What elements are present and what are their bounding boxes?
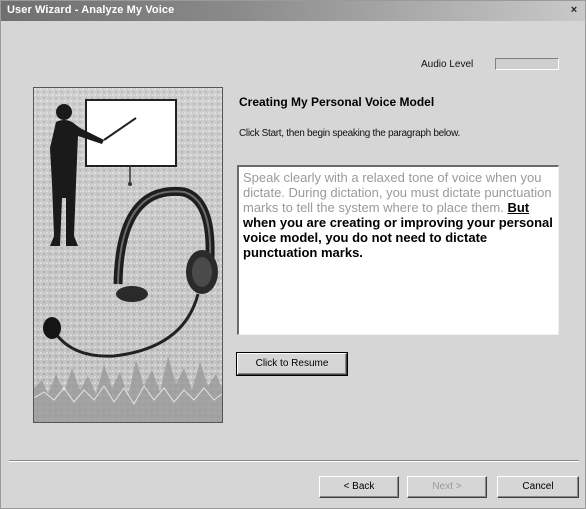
title-bar[interactable]: User Wizard - Analyze My Voice × [1,1,585,21]
page-heading: Creating My Personal Voice Model [239,95,435,109]
next-button[interactable]: Next > [407,476,487,498]
passage-read-text: Speak clearly with a relaxed tone of voi… [243,170,552,215]
illustration-art [34,88,222,422]
presenter-with-headset-illustration [33,87,223,423]
back-button[interactable]: < Back [319,476,399,498]
audio-level-label: Audio Level [421,59,474,70]
instruction-text: Click Start, then begin speaking the par… [239,128,460,139]
reading-passage-box: Speak clearly with a relaxed tone of voi… [237,165,559,335]
window-title: User Wizard - Analyze My Voice [7,4,175,16]
footer-divider [9,460,579,462]
passage-unread-text: when you are creating or improving your … [243,215,553,260]
wizard-window: User Wizard - Analyze My Voice × Audio L… [0,0,586,509]
audio-level-meter [495,58,559,70]
passage-current-word: But [507,200,530,215]
projection-screen-shape [85,99,177,167]
resume-button[interactable]: Click to Resume [236,352,348,376]
close-icon[interactable]: × [567,3,581,17]
cancel-button[interactable]: Cancel [497,476,579,498]
